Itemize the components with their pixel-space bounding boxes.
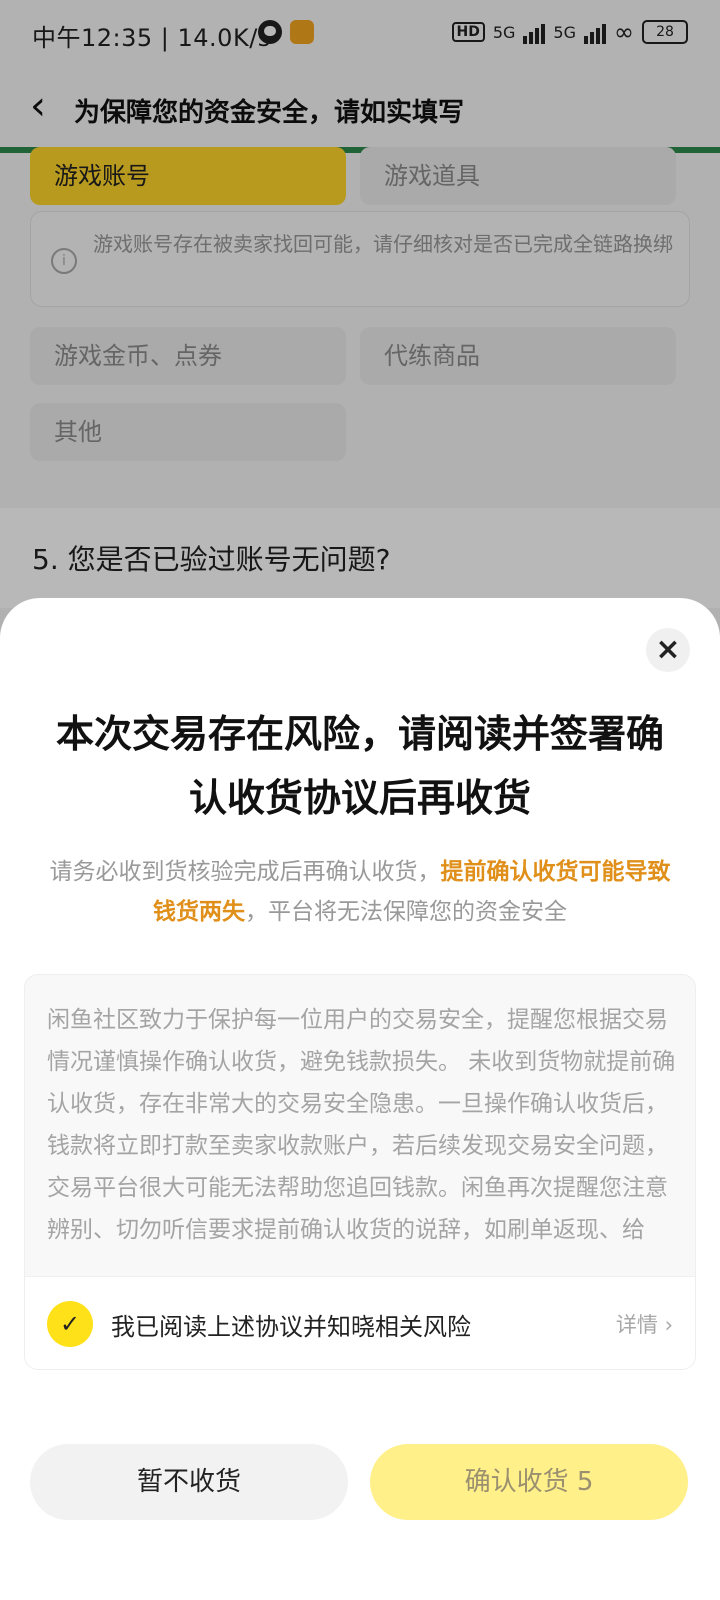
agree-label[interactable]: 我已阅读上述协议并知晓相关风险: [111, 1307, 471, 1342]
agreement-box: 闲鱼社区致力于保护每一位用户的交易安全，提醒您根据交易情况谨慎操作确认收货，避免…: [24, 974, 696, 1370]
agreement-text[interactable]: 闲鱼社区致力于保护每一位用户的交易安全，提醒您根据交易情况谨慎操作确认收货，避免…: [47, 999, 677, 1251]
app-screen: 中午12:35 | 14.0K/s HD 5G 5G ∞ 28 ‹ 为保障您的资…: [0, 0, 720, 1600]
chevron-right-icon: ›: [664, 1313, 673, 1337]
sheet-title: 本次交易存在风险，请阅读并签署确认收货协议后再收货: [55, 712, 664, 820]
agreement-footer: ✓ 我已阅读上述协议并知晓相关风险 详情 ›: [25, 1276, 695, 1369]
checkbox-checked-icon[interactable]: ✓: [47, 1301, 93, 1347]
detail-link[interactable]: 详情 ›: [616, 1309, 673, 1339]
cancel-receive-button[interactable]: 暂不收货: [30, 1444, 348, 1520]
sheet-subtitle: 请务必收到货核验完成后再确认收货，提前确认收货可能导致钱货两失，平台将无法保障您…: [49, 859, 671, 925]
confirm-receive-button[interactable]: 确认收货 5: [370, 1444, 688, 1520]
close-icon[interactable]: ×: [646, 628, 690, 672]
